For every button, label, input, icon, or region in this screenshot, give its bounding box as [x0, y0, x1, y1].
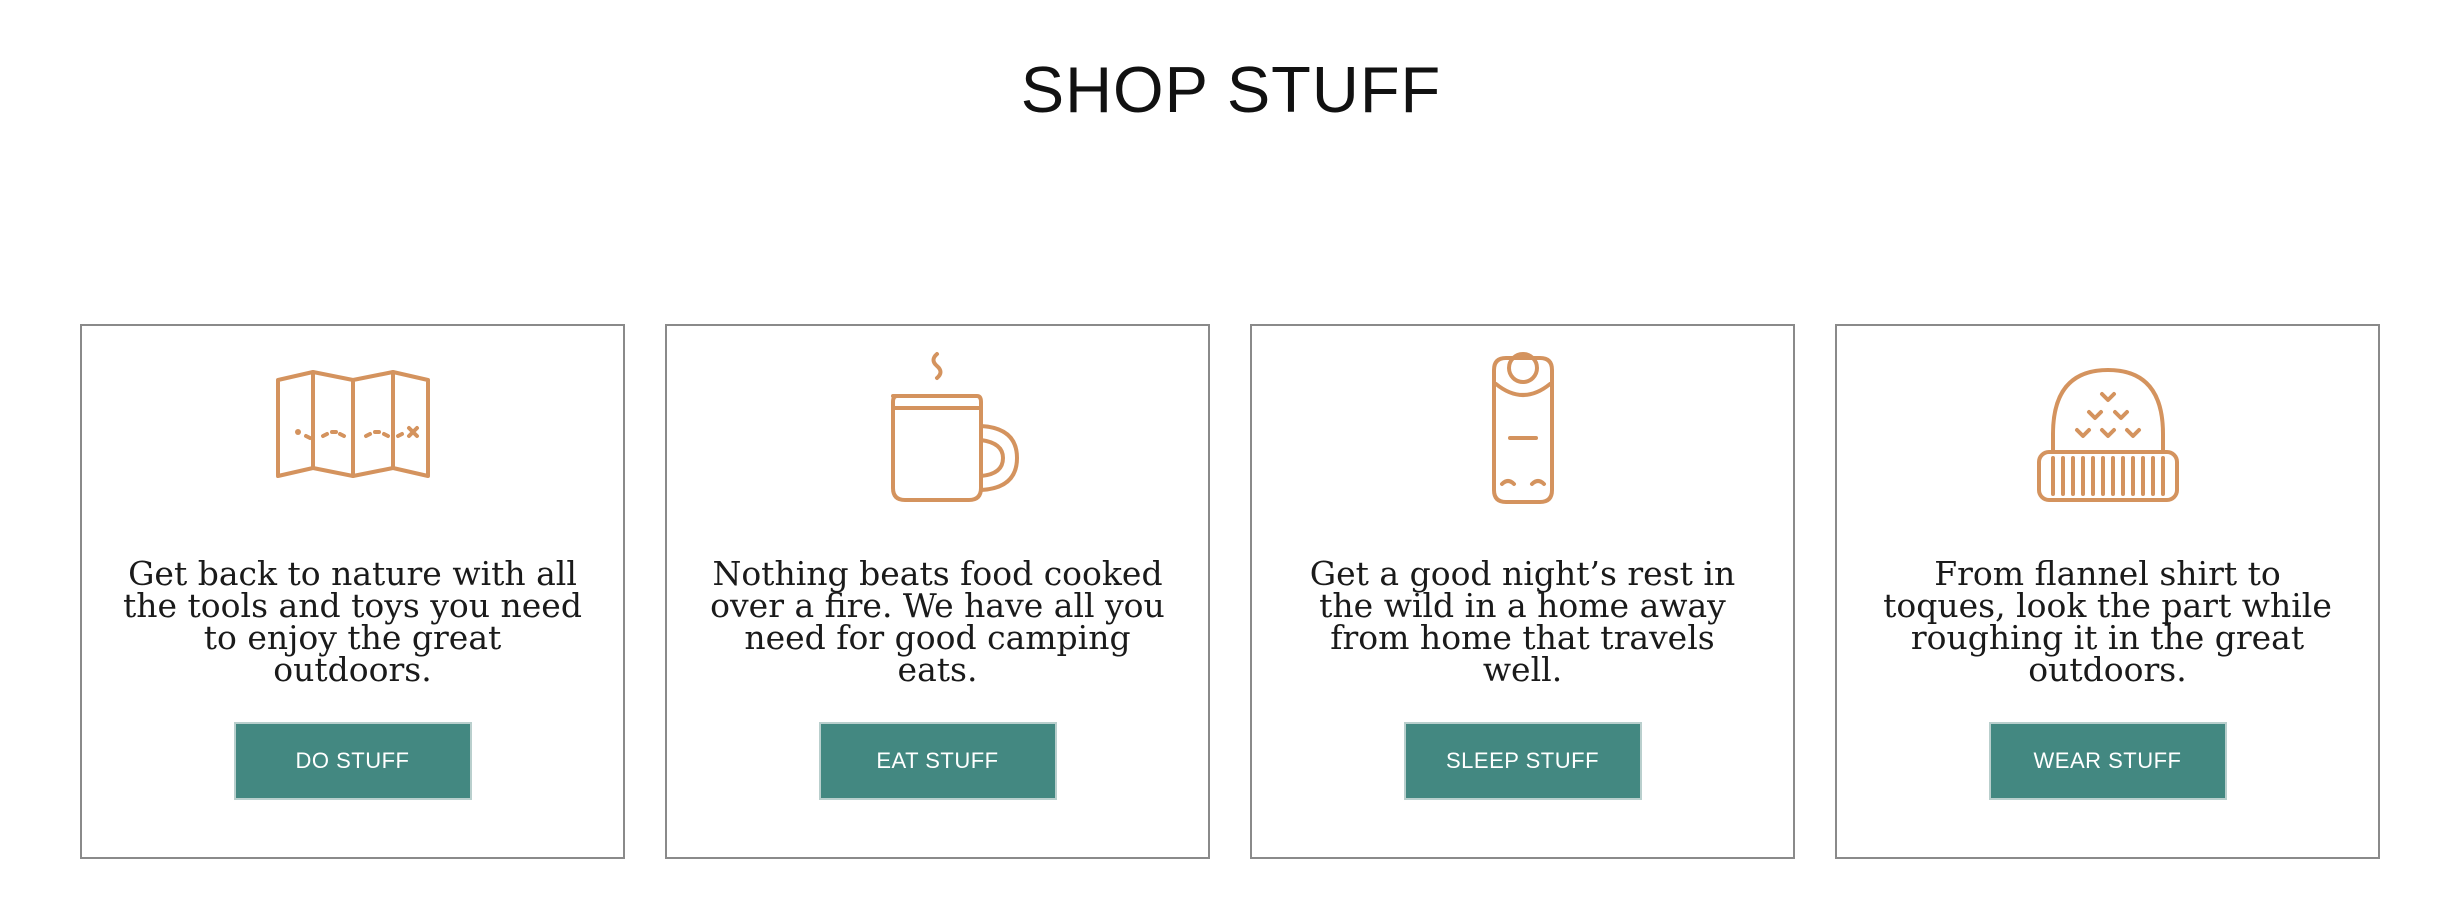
category-card-sleep: Get a good night’s rest in the wild in a…	[1250, 324, 1795, 859]
category-card-do: Get back to nature with all the tools an…	[80, 324, 625, 859]
page-title: SHOP STUFF	[1020, 53, 1442, 126]
sleep-stuff-button[interactable]: SLEEP STUFF	[1403, 722, 1642, 800]
camping-mug-icon	[853, 348, 1023, 518]
sleeping-bag-icon	[1438, 348, 1608, 518]
card-description: From flannel shirt to toques, look the p…	[1883, 554, 2332, 689]
eat-stuff-button[interactable]: EAT STUFF	[818, 722, 1057, 800]
card-description: Get a good night’s rest in the wild in a…	[1309, 554, 1736, 689]
category-card-wear: From flannel shirt to toques, look the p…	[1835, 324, 2380, 859]
category-card-eat: Nothing beats food cooked over a fire. W…	[665, 324, 1210, 859]
category-cards: Get back to nature with all the tools an…	[80, 324, 2380, 859]
wear-stuff-button[interactable]: WEAR STUFF	[1988, 722, 2227, 800]
do-stuff-button[interactable]: DO STUFF	[233, 722, 472, 800]
folded-map-icon	[268, 348, 438, 518]
toque-hat-icon	[2023, 348, 2193, 518]
card-description: Nothing beats food cooked over a fire. W…	[710, 554, 1165, 689]
card-description: Get back to nature with all the tools an…	[123, 554, 582, 689]
